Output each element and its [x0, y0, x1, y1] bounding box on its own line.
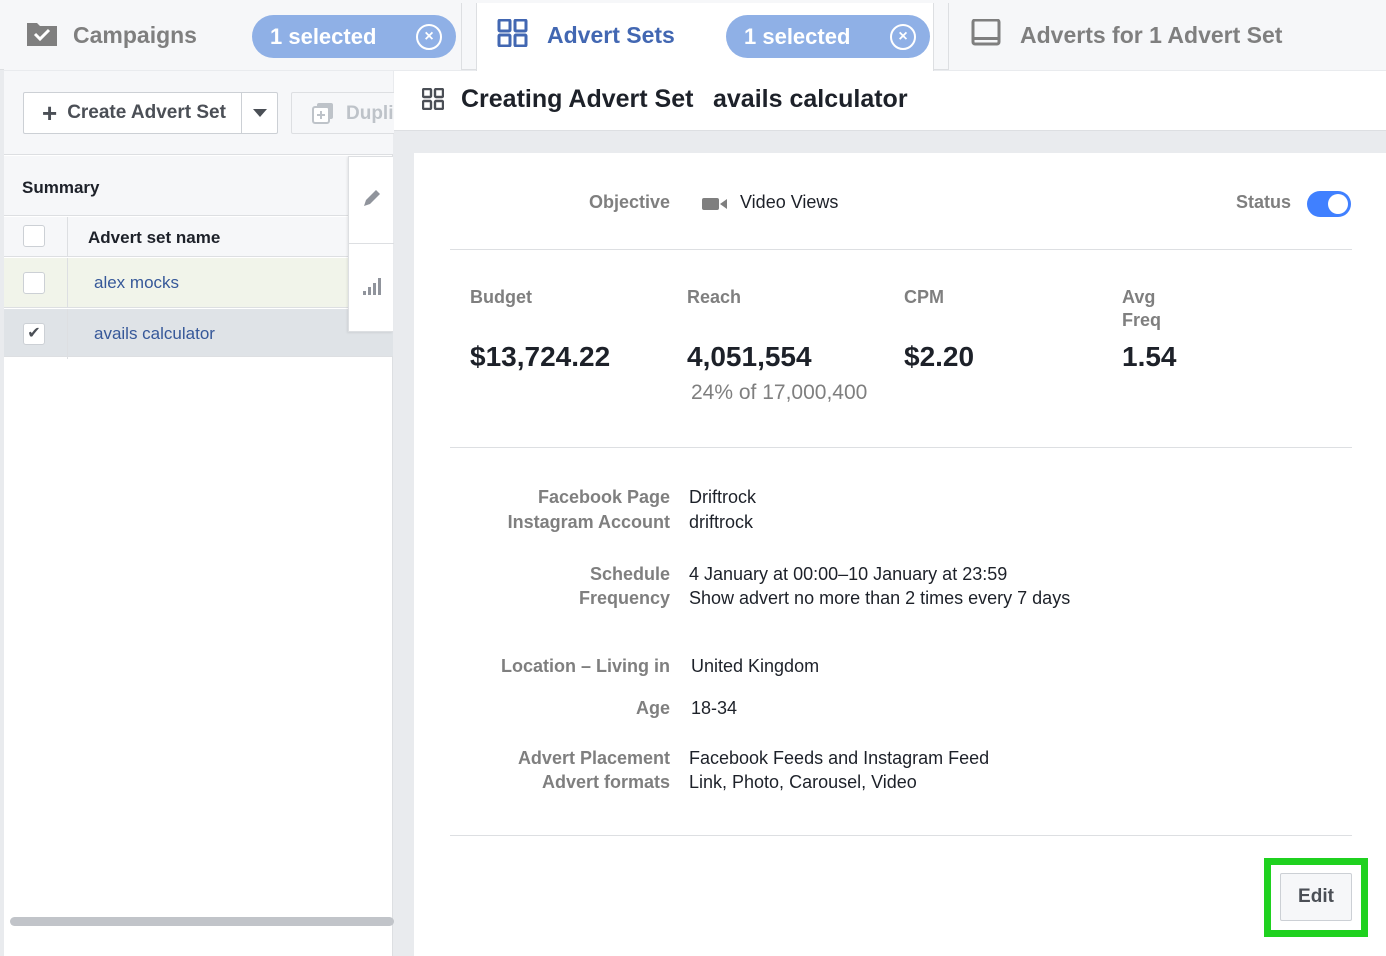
frequency-label: Frequency [578, 588, 670, 608]
cpm-value: $2.20 [904, 341, 975, 372]
reach-metric: Reach 4,051,554 [687, 286, 812, 372]
tab-campaigns[interactable]: Campaigns 1 selected × [4, 3, 462, 70]
facebook-page-value: Driftrock [689, 487, 756, 507]
reach-label: Reach [687, 287, 742, 307]
divider [450, 835, 1352, 836]
budget-label: Budget [470, 287, 532, 307]
adsets-selected-label: 1 selected [744, 24, 851, 49]
tab-bar: Campaigns 1 selected × Advert Sets 1 sel… [0, 0, 1386, 71]
summary-label: Summary [22, 178, 100, 197]
horizontal-scrollbar[interactable] [10, 917, 394, 926]
advert-set-name-header[interactable]: Advert set name [88, 228, 220, 248]
advert-set-name-link[interactable]: avails calculator [94, 324, 215, 344]
detail-header: Creating Advert Set avails calculator [394, 71, 1386, 131]
table-column-header: Advert set name [4, 217, 348, 257]
grid-icon [422, 88, 444, 110]
grid-icon [497, 19, 528, 47]
duplicate-button[interactable]: Duplicate [291, 92, 401, 134]
age-label: Age [635, 698, 670, 718]
row-checkbox-checked[interactable]: ✔ [23, 323, 45, 345]
summary-header: Summary [4, 156, 348, 216]
detail-title: Creating Advert Set [461, 85, 694, 113]
objective-label: Objective [588, 192, 670, 212]
tab-advert-sets-label: Advert Sets [547, 22, 675, 48]
list-toolbar: + Create Advert Set Duplicate [4, 71, 401, 155]
advert-set-summary-card: Objective Video Views Status Budget $13,… [414, 153, 1386, 956]
create-dropdown-chevron-icon[interactable] [241, 93, 277, 133]
advert-formats-label: Advert formats [541, 772, 670, 792]
checkmark-icon: ✔ [27, 325, 41, 342]
duplicate-icon [312, 103, 333, 124]
divider [450, 447, 1352, 448]
row-checkbox-cell [4, 258, 68, 308]
pencil-icon[interactable] [361, 187, 383, 209]
cpm-label: CPM [904, 287, 944, 307]
select-all-cell [4, 217, 68, 257]
create-advert-set-label: Create Advert Set [67, 102, 226, 123]
budget-metric: Budget $13,724.22 [470, 286, 610, 372]
row-checkbox[interactable] [23, 272, 45, 294]
status-label: Status [1236, 192, 1292, 212]
clear-selection-icon[interactable]: × [416, 24, 442, 50]
video-camera-icon [702, 198, 727, 210]
advert-formats-value: Link, Photo, Carousel, Video [689, 772, 917, 792]
edit-button[interactable]: Edit [1280, 873, 1352, 921]
plus-icon: + [42, 98, 58, 128]
advert-placement-value: Facebook Feeds and Instagram Feed [689, 748, 990, 768]
detail-advert-set-name: avails calculator [713, 85, 908, 113]
facebook-page-label: Facebook Page [537, 487, 670, 507]
budget-value: $13,724.22 [470, 341, 611, 372]
row-checkbox-cell: ✔ [4, 309, 68, 359]
avg-freq-label-line2: Freq [1122, 310, 1162, 330]
folder-check-icon [27, 23, 57, 46]
location-value: United Kingdom [691, 656, 820, 676]
table-row[interactable]: alex mocks [4, 258, 393, 308]
tab-advert-sets[interactable]: Advert Sets 1 selected × [476, 3, 934, 71]
bar-chart-icon[interactable] [361, 275, 383, 297]
avg-freq-value: 1.54 [1122, 341, 1177, 372]
clear-selection-icon[interactable]: × [890, 24, 916, 50]
tab-adverts-label: Adverts for 1 Advert Set [1020, 22, 1283, 48]
objective-value: Video Views [740, 192, 839, 212]
age-value: 18-34 [691, 698, 738, 718]
tab-campaigns-label: Campaigns [73, 22, 197, 48]
reach-subtext: 24% of 17,000,400 [691, 381, 868, 404]
side-tools [348, 156, 394, 332]
tab-adverts[interactable]: Adverts for 1 Advert Set [948, 3, 1386, 70]
schedule-label: Schedule [589, 564, 670, 584]
toggle-knob [1328, 194, 1348, 214]
frequency-value: Show advert no more than 2 times every 7… [689, 588, 1071, 608]
duplicate-label: Duplicate [346, 103, 400, 124]
adsets-selected-pill[interactable]: 1 selected × [726, 15, 930, 58]
advert-icon [971, 19, 1001, 46]
create-advert-set-button[interactable]: + Create Advert Set [23, 92, 278, 134]
location-label: Location – Living in [500, 656, 670, 676]
avg-freq-label-line1: Avg [1122, 287, 1156, 307]
advert-set-detail-panel: Creating Advert Set avails calculator Ob… [394, 71, 1386, 956]
instagram-account-label: Instagram Account [507, 512, 670, 532]
divider [450, 249, 1352, 250]
side-tools-divider [349, 243, 394, 244]
table-row[interactable]: ✔ avails calculator [4, 309, 393, 359]
select-all-checkbox[interactable] [23, 225, 45, 247]
campaigns-selected-label: 1 selected [270, 24, 377, 49]
advert-placement-label: Advert Placement [517, 748, 670, 768]
advert-set-name-link[interactable]: alex mocks [94, 273, 179, 293]
avg-freq-metric: Avg Freq 1.54 [1122, 286, 1177, 372]
advert-set-list-panel: + Create Advert Set Duplicate Summary Ad… [4, 71, 401, 956]
cpm-metric: CPM $2.20 [904, 286, 974, 372]
schedule-value: 4 January at 00:00–10 January at 23:59 [689, 564, 1008, 584]
status-toggle[interactable] [1307, 191, 1351, 217]
campaigns-selected-pill[interactable]: 1 selected × [252, 15, 456, 58]
reach-value: 4,051,554 [687, 341, 812, 372]
instagram-account-value: driftrock [689, 512, 754, 532]
